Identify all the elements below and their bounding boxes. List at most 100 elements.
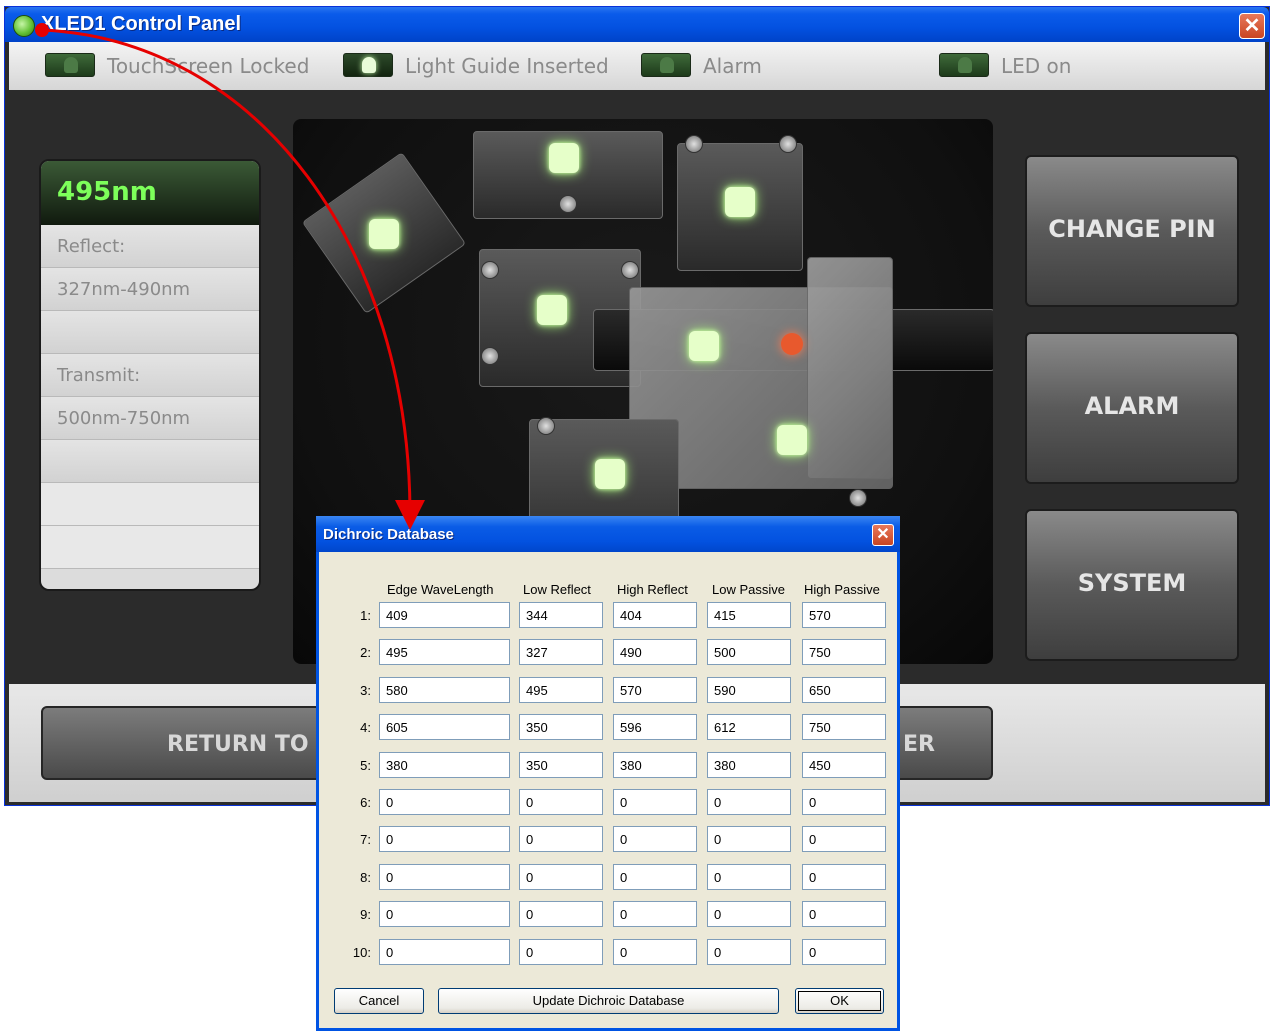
- db-cell-input[interactable]: 0: [519, 826, 603, 852]
- db-cell-input[interactable]: 650: [802, 677, 886, 703]
- db-cell-input[interactable]: 0: [519, 901, 603, 927]
- db-cell-input[interactable]: 0: [613, 864, 697, 890]
- transmit-label: Transmit:: [57, 365, 141, 386]
- lock-icon: [45, 53, 95, 77]
- dichroic-database-dialog: Dichroic Database ✕ Edge WaveLength Low …: [316, 516, 900, 1031]
- db-cell-input[interactable]: 596: [613, 714, 697, 740]
- led-slot-1[interactable]: [369, 219, 399, 249]
- reflect-range-row: 327nm-490nm: [41, 268, 259, 311]
- db-cell-input[interactable]: 0: [379, 864, 510, 890]
- return-button[interactable]: RETURN TO LE: [41, 706, 345, 780]
- main-titlebar[interactable]: XLED1 Control Panel ✕: [5, 7, 1269, 42]
- db-cell-input[interactable]: 0: [802, 901, 886, 927]
- info-empty-row: [41, 440, 259, 483]
- led-slot-7[interactable]: [595, 459, 625, 489]
- db-cell-input[interactable]: 0: [707, 864, 791, 890]
- db-cell-input[interactable]: 350: [519, 752, 603, 778]
- db-cell-input[interactable]: 0: [707, 789, 791, 815]
- row-label: 6:: [360, 795, 371, 810]
- db-cell-input[interactable]: 380: [613, 752, 697, 778]
- db-cell-input[interactable]: 570: [802, 602, 886, 628]
- db-cell-input[interactable]: 415: [707, 602, 791, 628]
- row-label: 7:: [360, 832, 371, 847]
- row-label: 10:: [352, 945, 371, 960]
- db-cell-input[interactable]: 0: [519, 939, 603, 965]
- db-cell-input[interactable]: 344: [519, 602, 603, 628]
- db-cell-input[interactable]: 380: [707, 752, 791, 778]
- close-button[interactable]: ✕: [1239, 13, 1265, 39]
- row-label: 5:: [360, 758, 371, 773]
- db-cell-input[interactable]: 590: [707, 677, 791, 703]
- db-cell-input[interactable]: 495: [379, 639, 510, 665]
- led-slot-2[interactable]: [549, 143, 579, 173]
- led-slot-3[interactable]: [725, 187, 755, 217]
- db-cell-input[interactable]: 612: [707, 714, 791, 740]
- change-pin-label: CHANGE PIN: [1048, 215, 1216, 243]
- transmit-label-row: Transmit:: [41, 354, 259, 397]
- info-empty-row: [41, 483, 259, 526]
- led-slot-5[interactable]: [689, 331, 719, 361]
- led-slot-6[interactable]: [777, 425, 807, 455]
- db-cell-input[interactable]: 0: [707, 939, 791, 965]
- db-cell-input[interactable]: 495: [519, 677, 603, 703]
- screw: [685, 135, 703, 153]
- reflect-range: 327nm-490nm: [57, 279, 191, 300]
- info-empty-row: [41, 311, 259, 354]
- update-dichroic-database-button[interactable]: Update Dichroic Database: [438, 988, 779, 1014]
- change-pin-button[interactable]: CHANGE PIN: [1025, 155, 1239, 307]
- db-cell-input[interactable]: 0: [519, 864, 603, 890]
- db-cell-input[interactable]: 0: [379, 901, 510, 927]
- dialog-close-button[interactable]: ✕: [872, 524, 894, 546]
- led-slot-4[interactable]: [537, 295, 567, 325]
- filter-info-panel: 495nm Reflect: 327nm-490nm Transmit: 500…: [39, 159, 261, 591]
- db-cell-input[interactable]: 0: [379, 789, 510, 815]
- system-button[interactable]: SYSTEM: [1025, 509, 1239, 661]
- status-bar: TouchScreen Locked Light Guide Inserted …: [9, 42, 1265, 90]
- db-cell-input[interactable]: 0: [613, 826, 697, 852]
- db-cell-input[interactable]: 409: [379, 602, 510, 628]
- led-icon: [939, 53, 989, 77]
- db-cell-input[interactable]: 0: [519, 789, 603, 815]
- alarm-button[interactable]: ALARM: [1025, 332, 1239, 484]
- db-cell-input[interactable]: 0: [613, 789, 697, 815]
- db-cell-input[interactable]: 404: [613, 602, 697, 628]
- cancel-button[interactable]: Cancel: [334, 988, 424, 1014]
- db-cell-input[interactable]: 570: [613, 677, 697, 703]
- info-empty-row: [41, 526, 259, 569]
- row-label: 1:: [360, 608, 371, 623]
- db-cell-input[interactable]: 0: [613, 901, 697, 927]
- db-cell-input[interactable]: 450: [802, 752, 886, 778]
- db-cell-input[interactable]: 750: [802, 714, 886, 740]
- bulb-icon: [343, 53, 393, 77]
- dichroic-cube: [807, 257, 893, 479]
- system-label: SYSTEM: [1077, 569, 1187, 597]
- screw: [621, 261, 639, 279]
- db-cell-input[interactable]: 327: [519, 639, 603, 665]
- row-label: 4:: [360, 720, 371, 735]
- status-label: Alarm: [703, 54, 762, 78]
- db-cell-input[interactable]: 0: [802, 789, 886, 815]
- window-title: XLED1 Control Panel: [41, 13, 242, 35]
- dialog-titlebar[interactable]: Dichroic Database ✕: [316, 516, 900, 552]
- db-cell-input[interactable]: 750: [802, 639, 886, 665]
- transmit-range-row: 500nm-750nm: [41, 397, 259, 440]
- db-cell-input[interactable]: 0: [613, 939, 697, 965]
- status-label: LED on: [1001, 54, 1072, 78]
- db-cell-input[interactable]: 0: [802, 864, 886, 890]
- db-cell-input[interactable]: 0: [707, 901, 791, 927]
- db-cell-input[interactable]: 580: [379, 677, 510, 703]
- db-cell-input[interactable]: 0: [707, 826, 791, 852]
- db-cell-input[interactable]: 380: [379, 752, 510, 778]
- db-cell-input[interactable]: 605: [379, 714, 510, 740]
- db-cell-input[interactable]: 0: [379, 826, 510, 852]
- db-cell-input[interactable]: 500: [707, 639, 791, 665]
- ok-button[interactable]: OK: [795, 988, 884, 1014]
- db-cell-input[interactable]: 0: [802, 939, 886, 965]
- screw: [849, 489, 867, 507]
- db-cell-input[interactable]: 0: [379, 939, 510, 965]
- db-cell-input[interactable]: 0: [802, 826, 886, 852]
- db-cell-input[interactable]: 350: [519, 714, 603, 740]
- column-header-edge-wavelength: Edge WaveLength: [387, 582, 494, 597]
- row-label: 3:: [360, 683, 371, 698]
- db-cell-input[interactable]: 490: [613, 639, 697, 665]
